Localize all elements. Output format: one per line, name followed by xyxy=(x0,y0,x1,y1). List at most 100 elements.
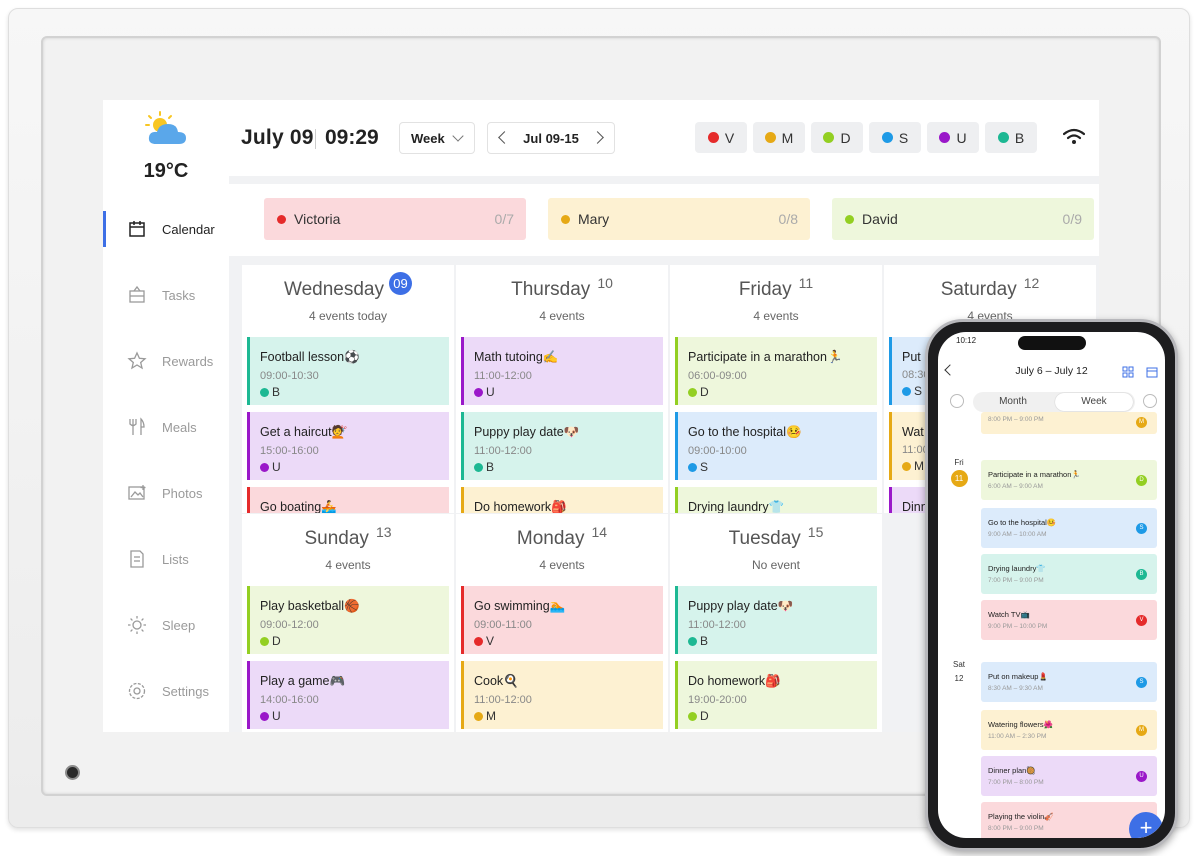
event-card[interactable]: Cook🍳 11:00-12:00 M xyxy=(461,661,663,729)
event-card[interactable]: Go swimming🏊 09:00-11:00 V xyxy=(461,586,663,654)
phone-event-card[interactable]: Drying laundry👕 7:00 PM – 9:00 PM B xyxy=(981,554,1157,594)
phone-event-time: 11:00 AM – 2:30 PM xyxy=(988,733,1047,740)
event-card[interactable]: Do homework🎒 xyxy=(461,487,663,513)
sidebar-item-label: Rewards xyxy=(162,353,214,369)
event-count: 4 events xyxy=(753,309,799,323)
person-card-mary[interactable]: Mary 0/8 xyxy=(548,198,810,240)
member-color-dot xyxy=(881,132,893,143)
person-card-david[interactable]: David 0/9 xyxy=(832,198,1094,240)
event-title: Drying laundry👕 xyxy=(688,500,785,513)
event-card[interactable]: Puppy play date🐶 11:00-12:00 B xyxy=(675,586,877,654)
event-card[interactable]: Play basketball🏀 09:00-12:00 D xyxy=(247,586,449,654)
assignee-color-dot xyxy=(688,636,697,646)
event-card[interactable]: Go boating🚣 xyxy=(247,487,449,513)
event-title: Do homework🎒 xyxy=(474,500,567,513)
sidebar: 19°C Calendar Tasks Rewards Meals Photos List… xyxy=(103,100,229,732)
phone-event-card[interactable]: Watch TV📺 9:00 PM – 10:00 PM V xyxy=(981,600,1157,640)
event-assignee: U xyxy=(260,709,449,723)
event-assignee: U xyxy=(260,460,449,474)
member-filter-b[interactable]: B xyxy=(985,122,1037,153)
assignee-color-dot xyxy=(688,711,697,721)
event-card[interactable]: Math tutoing✍ 11:00-12:00 U xyxy=(461,337,663,405)
sidebar-item-photos[interactable]: Photos xyxy=(103,475,229,511)
phone-assignee-avatar: B xyxy=(1136,569,1147,580)
day-name: Monday xyxy=(516,528,585,549)
sleep-icon xyxy=(128,616,146,634)
member-filter-m[interactable]: M xyxy=(753,122,805,153)
phone-assignee-avatar: M xyxy=(1136,417,1147,428)
event-time: 11:00-12:00 xyxy=(688,619,746,631)
view-selector-label: Week xyxy=(411,130,445,146)
divider xyxy=(315,129,316,149)
member-initial: M xyxy=(781,129,794,146)
sidebar-item-label: Calendar xyxy=(162,221,215,237)
phone-assignee-avatar: D xyxy=(1136,475,1147,486)
event-card[interactable]: Do homework🎒 19:00-20:00 D xyxy=(675,661,877,729)
event-time: 11:00-12:00 xyxy=(474,370,532,382)
person-card-victoria[interactable]: Victoria 0/7 xyxy=(264,198,526,240)
add-event-button[interactable]: + xyxy=(1129,812,1163,838)
member-filter-v[interactable]: V xyxy=(695,122,747,153)
phone-event-card[interactable]: Put on makeup💄 8:30 AM – 9:30 AM S xyxy=(981,662,1157,702)
member-filter-u[interactable]: U xyxy=(927,122,979,153)
tasks-icon xyxy=(129,285,145,303)
event-time: 19:00-20:00 xyxy=(688,694,747,706)
day-label-fri: Fri 11 xyxy=(948,458,970,487)
assignee-color-dot xyxy=(688,462,697,472)
prev-week-chevron-icon[interactable] xyxy=(498,131,511,144)
event-time: 14:00-16:00 xyxy=(260,694,319,706)
segment-week[interactable]: Week xyxy=(1055,393,1133,411)
phone-event-card[interactable]: Participate in a marathon🏃 6:00 AM – 9:00… xyxy=(981,460,1157,500)
sidebar-item-sleep[interactable]: Sleep xyxy=(103,607,229,643)
assignee-color-dot xyxy=(260,387,269,397)
phone-event-card[interactable]: Go to the hospital🤒 9:00 AM – 10:00 AM S xyxy=(981,508,1157,548)
sidebar-item-settings[interactable]: Settings xyxy=(103,673,229,709)
sidebar-item-meals[interactable]: Meals xyxy=(103,409,229,445)
sidebar-item-rewards[interactable]: Rewards xyxy=(103,343,229,379)
event-card[interactable]: Football lesson⚽ 09:00-10:30 B xyxy=(247,337,449,405)
sidebar-item-tasks[interactable]: Tasks xyxy=(103,277,229,313)
sidebar-item-calendar[interactable]: Calendar xyxy=(103,211,229,247)
member-color-dot xyxy=(939,132,951,143)
member-filter-s[interactable]: S xyxy=(869,122,921,153)
product-photo: 19°C Calendar Tasks Rewards Meals Photos List… xyxy=(0,0,1200,856)
prev-chevron-icon[interactable] xyxy=(950,394,964,408)
event-card[interactable]: Participate in a marathon🏃 06:00-09:00 D xyxy=(675,337,877,405)
phone-event-card[interactable]: Dinner plan🥘 7:00 PM – 8:00 PM U xyxy=(981,756,1157,796)
family-progress-row: Victoria 0/7 Mary 0/8 David 0/9 xyxy=(229,184,1099,256)
grid-view-icon[interactable] xyxy=(1122,366,1134,378)
day-column-friday: Friday 11 4 events Participate in a maratho… xyxy=(670,265,882,513)
next-week-chevron-icon[interactable] xyxy=(591,131,604,144)
view-selector[interactable]: Week xyxy=(399,122,475,154)
weather-widget: 19°C xyxy=(103,110,229,183)
phone-assignee-avatar: M xyxy=(1136,725,1147,736)
assignee-initial: M xyxy=(486,709,496,723)
phone-assignee-avatar: S xyxy=(1136,677,1147,688)
segment-month[interactable]: Month xyxy=(973,392,1053,412)
member-filter-d[interactable]: D xyxy=(811,122,863,153)
phone-event-card[interactable]: 8:00 PM – 9:00 PM M xyxy=(981,412,1157,434)
sidebar-item-lists[interactable]: Lists xyxy=(103,541,229,577)
rewards-icon xyxy=(127,351,147,370)
view-segmented-control: Month Week xyxy=(973,392,1135,412)
event-card[interactable]: Drying laundry👕 xyxy=(675,487,877,513)
event-count: 4 events xyxy=(325,558,371,572)
event-time: 09:00-10:30 xyxy=(260,370,319,382)
phone-event-time: 8:30 AM – 9:30 AM xyxy=(988,685,1043,692)
phone-event-title: Participate in a marathon🏃 xyxy=(988,470,1081,479)
event-card[interactable]: Play a game🎮 14:00-16:00 U xyxy=(247,661,449,729)
assignee-color-dot xyxy=(902,386,911,396)
event-assignee: V xyxy=(474,634,663,648)
current-time: 09:29 xyxy=(325,126,379,149)
calendar-icon[interactable] xyxy=(1146,366,1158,378)
phone-event-time: 9:00 PM – 10:00 PM xyxy=(988,623,1048,630)
phone-event-title: Watering flowers🌺 xyxy=(988,720,1053,729)
phone-event-card[interactable]: Watering flowers🌺 11:00 AM – 2:30 PM M xyxy=(981,710,1157,750)
day-number: 13 xyxy=(375,524,392,540)
next-chevron-icon[interactable] xyxy=(1143,394,1157,408)
event-title: Puppy play date🐶 xyxy=(474,425,580,439)
event-card[interactable]: Get a haircut💇 15:00-16:00 U xyxy=(247,412,449,480)
event-card[interactable]: Puppy play date🐶 11:00-12:00 B xyxy=(461,412,663,480)
event-card[interactable]: Go to the hospital🤒 09:00-10:00 S xyxy=(675,412,877,480)
day-name: Wednesday xyxy=(284,279,384,300)
